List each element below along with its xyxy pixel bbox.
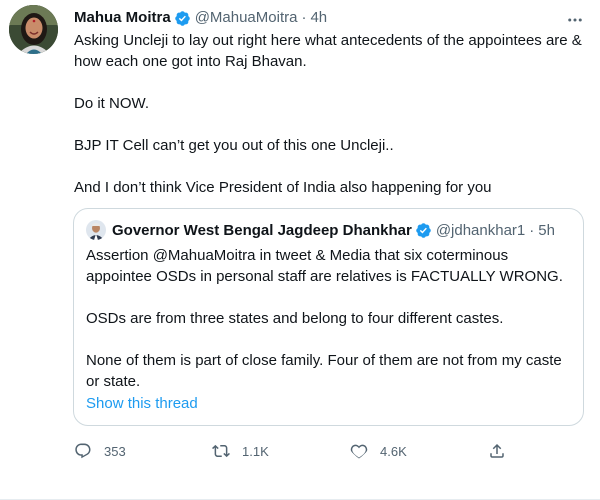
reply-button[interactable]: 353: [74, 441, 126, 461]
tweet-header: Mahua Moitra @MahuaMoitra · 4h: [74, 8, 327, 28]
quoted-tweet[interactable]: Governor West Bengal Jagdeep Dhankhar @j…: [73, 208, 584, 426]
author-avatar-image: [9, 5, 58, 54]
tweet-paragraph: BJP IT Cell can’t get you out of this on…: [74, 137, 394, 154]
heart-icon: [350, 444, 368, 459]
quoted-tweet-paragraph: OSDs are from three states and belong to…: [86, 310, 504, 327]
quoted-tweet-timestamp[interactable]: 5h: [538, 222, 555, 239]
reply-icon: [75, 443, 91, 459]
tweet-text: Asking Uncleji to lay out right here wha…: [74, 30, 584, 198]
tweet-paragraph: Do it NOW.: [74, 95, 150, 112]
tweet-timestamp[interactable]: 4h: [310, 8, 327, 28]
tweet-paragraph: And I don’t think Vice President of Indi…: [74, 179, 492, 196]
show-thread-link[interactable]: Show this thread: [86, 394, 198, 414]
tweet-actions: 353 1.1K 4.6K: [74, 441, 524, 461]
quoted-tweet-paragraph: Assertion @MahuaMoitra in tweet & Media …: [86, 247, 563, 285]
retweet-count: 1.1K: [242, 443, 269, 459]
tweet-paragraph: Asking Uncleji to lay out right here wha…: [74, 32, 582, 70]
author-avatar[interactable]: [9, 5, 58, 54]
tweet[interactable]: Mahua Moitra @MahuaMoitra · 4h Asking Un…: [0, 0, 600, 500]
like-count: 4.6K: [380, 443, 407, 459]
quoted-tweet-paragraph: None of them is part of close family. Fo…: [86, 352, 562, 390]
retweet-icon: [212, 444, 230, 458]
quoted-tweet-text: Assertion @MahuaMoitra in tweet & Media …: [86, 245, 578, 392]
quoted-author-name[interactable]: Governor West Bengal Jagdeep Dhankhar: [112, 222, 412, 239]
verified-badge-icon: [174, 10, 191, 27]
author-handle[interactable]: @MahuaMoitra: [195, 8, 298, 28]
quoted-author-avatar: [86, 220, 106, 240]
separator-dot: ·: [301, 9, 307, 26]
author-name[interactable]: Mahua Moitra: [74, 8, 171, 28]
like-button[interactable]: 4.6K: [350, 441, 407, 461]
separator-dot: ·: [529, 221, 535, 239]
share-button[interactable]: [488, 441, 506, 461]
quoted-tweet-header: Governor West Bengal Jagdeep Dhankhar @j…: [86, 220, 555, 240]
more-icon[interactable]: [565, 10, 585, 30]
verified-badge-icon: [415, 222, 432, 239]
retweet-button[interactable]: 1.1K: [212, 441, 269, 461]
share-icon: [490, 443, 504, 458]
quoted-author-handle[interactable]: @jdhankhar1: [436, 222, 525, 239]
reply-count: 353: [104, 443, 126, 459]
